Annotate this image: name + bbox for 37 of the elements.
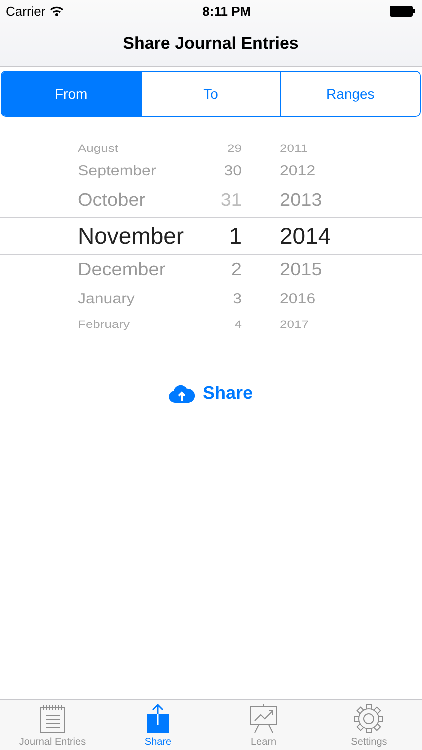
cloud-upload-icon xyxy=(168,384,195,402)
picker-day[interactable]: 29 xyxy=(198,142,242,154)
picker-year[interactable]: 2013 xyxy=(280,190,340,212)
presentation-chart-icon xyxy=(248,704,280,734)
carrier-label: Carrier xyxy=(6,4,46,18)
wifi-icon xyxy=(50,6,64,16)
picker-day[interactable]: 1 xyxy=(198,222,242,250)
picker-year[interactable]: 2012 xyxy=(280,164,340,180)
settings-icon xyxy=(354,704,384,734)
segment-tab[interactable]: Ranges xyxy=(280,72,420,116)
picker-month[interactable]: December xyxy=(78,260,198,282)
picker-month[interactable]: January xyxy=(78,292,198,308)
picker-month[interactable]: February xyxy=(78,318,198,330)
picker-day[interactable]: 4 xyxy=(198,318,242,330)
picker-month[interactable]: August xyxy=(78,142,198,154)
screen-title: Share Journal Entries xyxy=(123,34,299,54)
picker-day[interactable]: 30 xyxy=(198,164,242,180)
status-time: 8:11 PM xyxy=(202,4,252,18)
picker-year[interactable]: 2015 xyxy=(280,260,340,282)
picker-day[interactable]: 2 xyxy=(198,260,242,282)
notepad-icon xyxy=(40,704,66,734)
tab-bar-item[interactable]: Settings xyxy=(316,700,422,750)
tab-bar-item[interactable]: Learn xyxy=(211,700,316,750)
picker-year[interactable]: 2011 xyxy=(280,142,340,154)
picker-month[interactable]: September xyxy=(78,164,198,180)
picker-year[interactable]: 2017 xyxy=(280,318,340,330)
picker-year[interactable]: 2014 xyxy=(280,222,340,250)
battery-icon xyxy=(390,6,416,16)
share-button[interactable]: Share xyxy=(164,379,258,408)
tab-bar-item[interactable]: Share xyxy=(106,700,211,750)
picker-month[interactable]: October xyxy=(78,190,198,212)
picker-year[interactable]: 2016 xyxy=(280,292,340,308)
share-icon xyxy=(145,704,172,734)
segment-tab[interactable]: From xyxy=(2,72,141,116)
tab-bar-item[interactable]: Journal Entries xyxy=(0,700,106,750)
picker-month[interactable]: November xyxy=(78,222,198,250)
picker-day[interactable]: 3 xyxy=(198,292,242,308)
